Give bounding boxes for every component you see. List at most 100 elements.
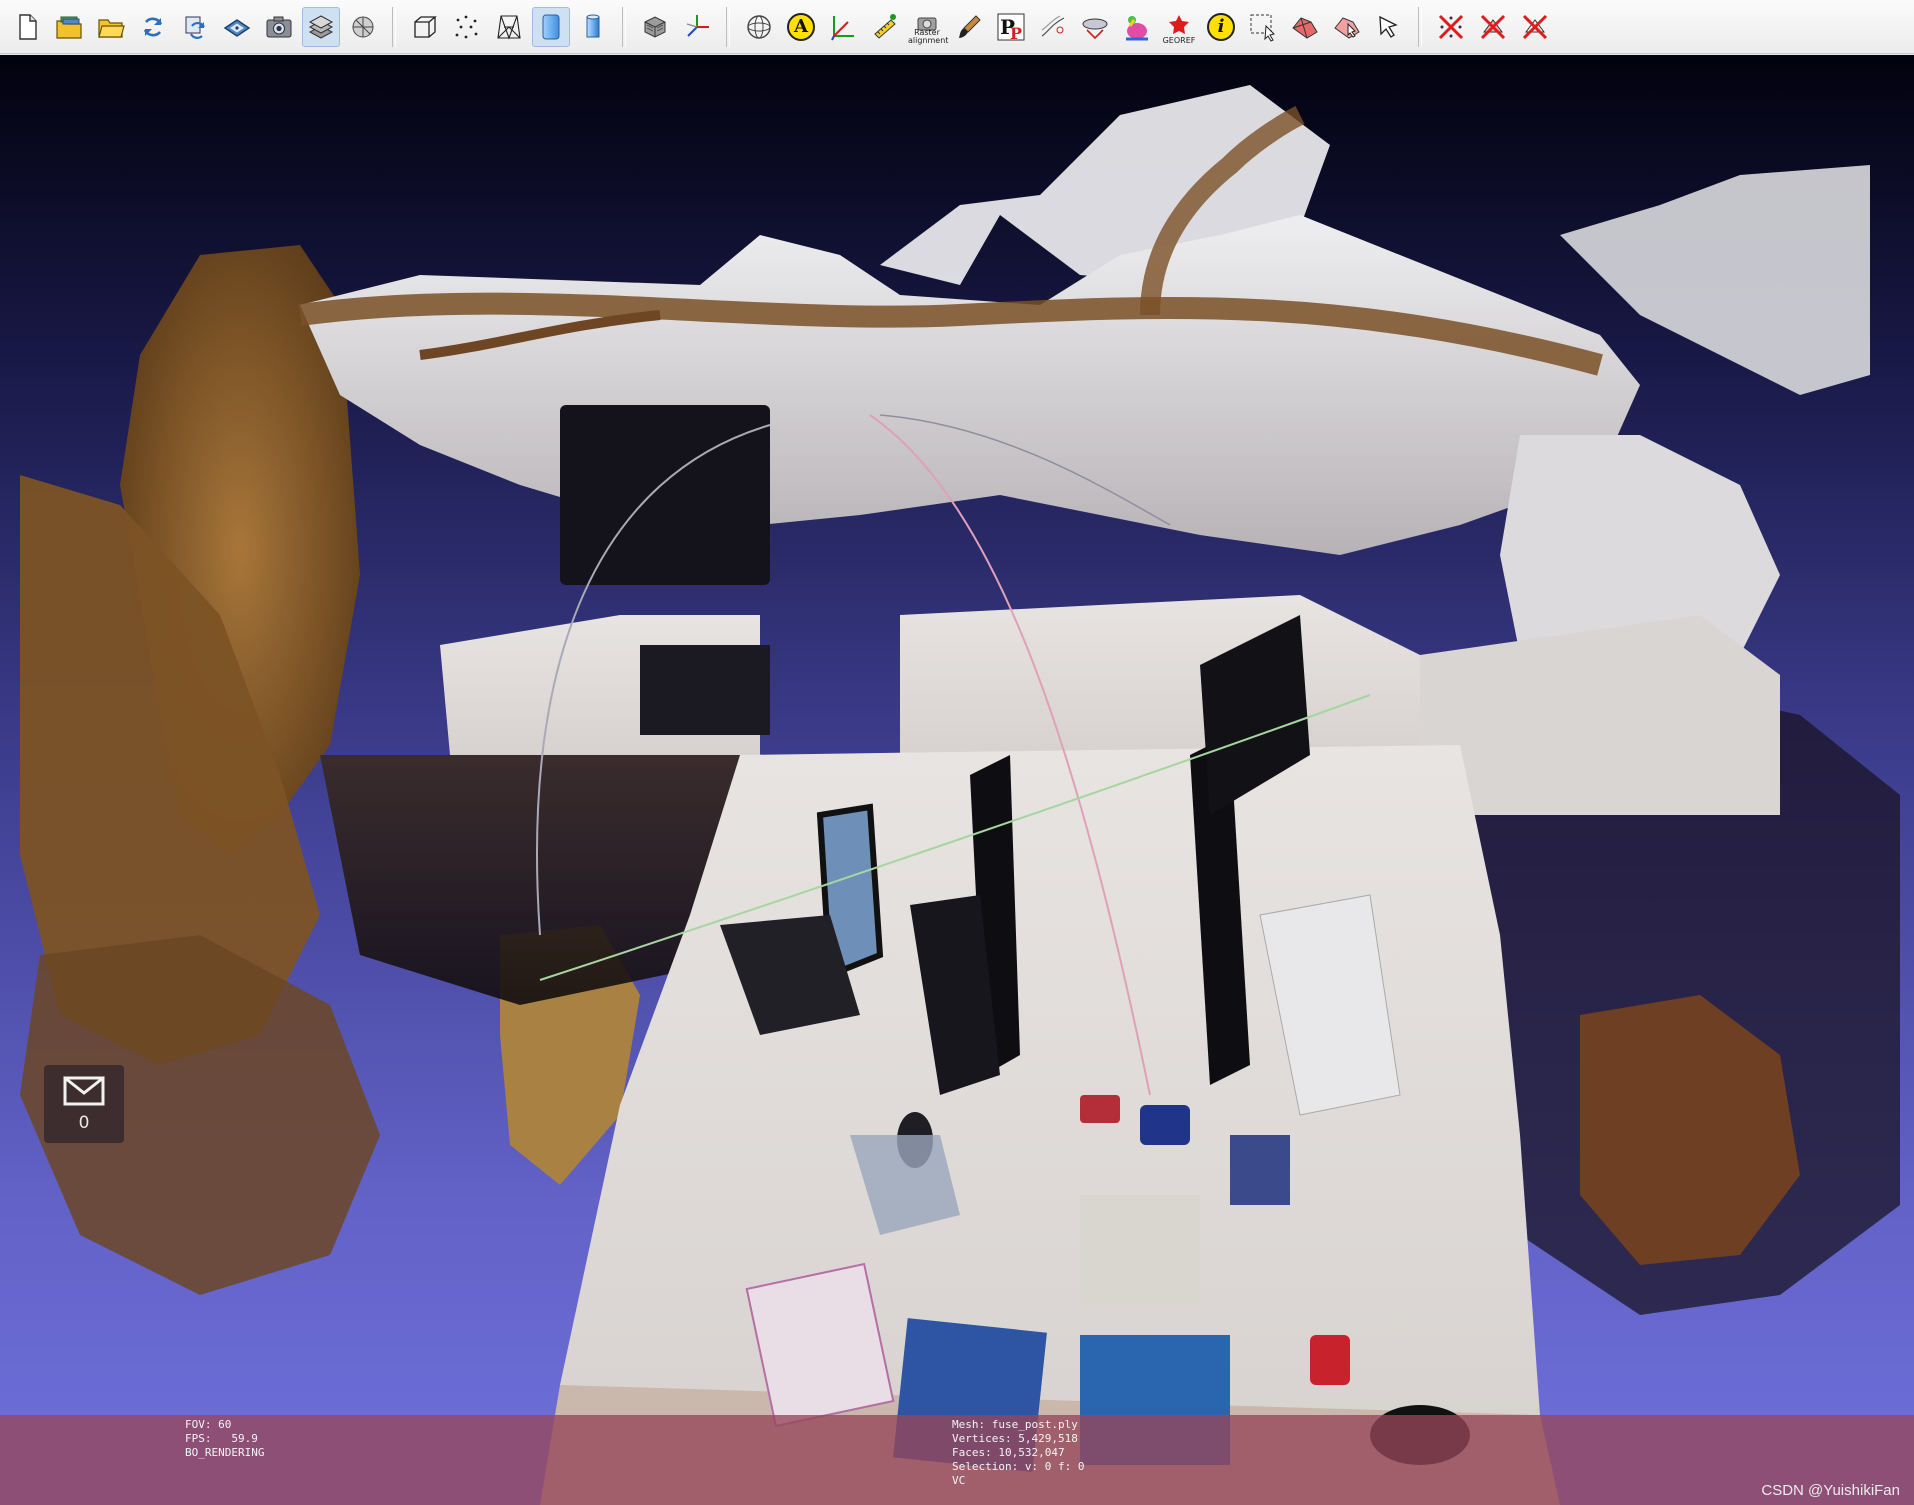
- back-center-desk: [900, 595, 1420, 755]
- select-faces-button[interactable]: [1286, 7, 1324, 47]
- smooth-shading-button[interactable]: [574, 7, 612, 47]
- texture-button[interactable]: [636, 7, 674, 47]
- view-toolbar: [634, 0, 718, 53]
- measure-axis-button[interactable]: [824, 7, 862, 47]
- new-document-icon: [19, 13, 37, 40]
- save-button[interactable]: [218, 7, 256, 47]
- mesh-name: Mesh: fuse_post.ply: [952, 1418, 1078, 1431]
- right-desk: [1420, 615, 1780, 815]
- raster-layers-button[interactable]: [344, 7, 382, 47]
- wireframe-icon: [497, 14, 521, 40]
- texture-icon: [644, 15, 666, 38]
- reload-all-button[interactable]: [176, 7, 214, 47]
- delete-toolbar: [1430, 0, 1556, 53]
- georef-button[interactable]: GEOREF: [1160, 7, 1198, 47]
- fps-readout: FPS: 59.9: [185, 1432, 258, 1445]
- raster-icon: [352, 16, 374, 37]
- red-device: [1310, 1335, 1350, 1385]
- select-vertices-icon: [1250, 14, 1275, 42]
- new-project-button[interactable]: [8, 7, 46, 47]
- annotation-icon: A: [787, 12, 815, 41]
- delete-faces-button[interactable]: [1474, 7, 1512, 47]
- measure-icon: [831, 15, 854, 40]
- raster-alignment-label: Raster alignment: [908, 27, 949, 45]
- render-toolbar: [404, 0, 614, 53]
- reload-icon: [143, 17, 163, 36]
- reload-button[interactable]: [134, 7, 172, 47]
- main-toolbar: A Raster alignment PP GEOREF i: [0, 0, 1914, 54]
- box-icon: [414, 15, 437, 38]
- select-connected-icon: [1334, 16, 1360, 39]
- info-icon: i: [1207, 12, 1235, 41]
- points-icon: [455, 15, 478, 38]
- align-points-button[interactable]: [1034, 7, 1072, 47]
- back-monitor: [560, 405, 770, 585]
- select-faces-icon: [1292, 16, 1318, 39]
- color-paint-button[interactable]: [1118, 7, 1156, 47]
- notification-widget[interactable]: 0: [44, 1065, 124, 1143]
- mesh-render: [20, 85, 1900, 1505]
- fov-readout: FOV: 60: [185, 1418, 232, 1431]
- axes-button[interactable]: [678, 7, 716, 47]
- bunny-color-icon: [1126, 15, 1148, 40]
- select-pointer-button[interactable]: [1370, 7, 1408, 47]
- axes-icon: [686, 14, 709, 37]
- annotate-button[interactable]: A: [782, 7, 820, 47]
- pick-points-button[interactable]: [866, 7, 904, 47]
- mesh-info: Mesh: fuse_post.ply Vertices: 5,429,518 Fa…: [952, 1418, 1084, 1488]
- snapshot-button[interactable]: [260, 7, 298, 47]
- pick-points-icon: [874, 13, 896, 39]
- select-vertices-button[interactable]: [1244, 7, 1282, 47]
- camera-icon: [266, 16, 292, 37]
- folder-open-icon: [98, 18, 125, 38]
- pp-icon: PP: [997, 13, 1025, 42]
- wireframe-button[interactable]: [490, 7, 528, 47]
- notification-count: 0: [78, 1113, 90, 1133]
- svg-text:P: P: [1010, 24, 1022, 42]
- align-icon: [1041, 14, 1065, 36]
- selection-count: Selection: v: 0 f: 0: [952, 1460, 1085, 1473]
- reload-all-icon: [185, 16, 205, 39]
- manipulator-icon: [1082, 18, 1108, 39]
- paint-brush-icon: [959, 14, 981, 38]
- envelope-icon: [63, 1076, 105, 1106]
- red-pad: [1080, 1095, 1120, 1123]
- layers-button[interactable]: [302, 6, 340, 47]
- pen-holder: [1230, 1135, 1290, 1205]
- delete-vertices-button[interactable]: [1432, 7, 1470, 47]
- select-connected-button[interactable]: [1328, 7, 1366, 47]
- trackball-button[interactable]: [740, 7, 778, 47]
- flat-icon: [542, 14, 560, 39]
- save-disk-icon: [223, 18, 251, 37]
- vertex-count: Vertices: 5,429,518: [952, 1432, 1078, 1445]
- render-mode: BO_RENDERING: [185, 1446, 265, 1459]
- delete-vertices-icon: [1438, 14, 1464, 39]
- toolbar-separator: [392, 6, 396, 47]
- vertex-color-flag: VC: [952, 1474, 966, 1487]
- pick-points-p-button[interactable]: PP: [992, 7, 1030, 47]
- points-button[interactable]: [448, 7, 486, 47]
- blue-box: [1140, 1105, 1190, 1145]
- open-layers-icon: [56, 16, 82, 39]
- flat-shading-button[interactable]: [532, 6, 570, 47]
- select-pointer-icon: [1379, 15, 1398, 38]
- delete-faces-vertices-button[interactable]: [1516, 7, 1554, 47]
- delete-faces-icon: [1480, 14, 1506, 39]
- watermark: CSDN @YuishikiFan: [1761, 1482, 1900, 1499]
- open-project-button[interactable]: [50, 7, 88, 47]
- file-toolbar: [6, 0, 384, 53]
- toolbar-separator: [726, 6, 730, 47]
- import-mesh-button[interactable]: [92, 7, 130, 47]
- toolbar-separator: [622, 6, 626, 47]
- info-button[interactable]: i: [1202, 7, 1240, 47]
- edit-toolbar: A Raster alignment PP GEOREF i: [738, 0, 1410, 53]
- georef-label: GEOREF: [1162, 35, 1196, 45]
- layers-icon: [308, 14, 334, 39]
- raster-alignment-button[interactable]: Raster alignment: [908, 7, 949, 47]
- render-info: FOV: 60 FPS: 59.9 BO_RENDERING: [185, 1418, 264, 1460]
- bounding-box-button[interactable]: [406, 7, 444, 47]
- paint-button[interactable]: [950, 7, 988, 47]
- manipulators-button[interactable]: [1076, 7, 1114, 47]
- 3d-viewport[interactable]: 0: [0, 55, 1914, 1505]
- smooth-icon: [586, 14, 600, 37]
